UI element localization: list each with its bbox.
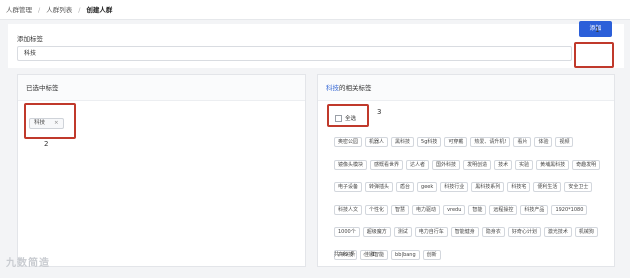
related-tag[interactable]: 科技产品 [520, 204, 549, 215]
highlight-box-3 [327, 104, 369, 127]
breadcrumb-item[interactable]: 人群列表 [46, 0, 72, 20]
related-tag[interactable]: 个性化 [365, 204, 389, 215]
related-tag[interactable]: 好奇心计划 [507, 227, 541, 237]
related-tags-panel: 科技的相关标签 全选 奥密公园 机器人 黑科技 5g科技 可穿戴 热爱、请升机! 看片 体验视… [317, 74, 615, 267]
annotation-number-1: 1 [595, 26, 600, 34]
related-tag[interactable]: 黑科技 [391, 137, 415, 147]
related-tag[interactable]: 黑科技系列 [471, 182, 505, 192]
related-tag[interactable]: 转弹插头 [365, 182, 394, 192]
related-tag[interactable]: 机械狗 [574, 227, 598, 237]
highlight-box-1 [574, 42, 614, 68]
related-tags-title: 科技的相关标签 [318, 75, 614, 101]
related-tag[interactable]: 机器人 [365, 137, 389, 147]
add-tag-card: 添加标签 科技 [8, 24, 624, 68]
related-tag[interactable]: 体验 [534, 137, 553, 147]
related-tag[interactable]: geek [417, 182, 438, 192]
watermark: 九数简造 [6, 258, 50, 269]
related-tag[interactable]: 隐身衣 [481, 227, 505, 237]
related-tag[interactable]: 盾台 [396, 182, 415, 192]
related-tag[interactable]: 发明创造 [463, 159, 492, 170]
related-tag[interactable]: 视频 [555, 137, 574, 147]
related-tag[interactable]: 电力驱动 [412, 204, 441, 215]
related-tag[interactable]: 奇趣发明 [572, 159, 601, 170]
related-tag[interactable]: 智能健身 [450, 227, 479, 237]
annotation-number-3: 3 [377, 108, 382, 116]
pagination: 共 49 条 ‹ 1 › [334, 250, 391, 258]
tag-input[interactable]: 科技 [17, 46, 572, 61]
breadcrumb-item[interactable]: 人群管理 [6, 0, 32, 20]
related-tag[interactable]: 5g科技 [417, 137, 442, 147]
related-tag[interactable]: 科技宅 [507, 182, 531, 192]
related-tag[interactable]: 智慧 [391, 204, 410, 215]
related-tag[interactable]: 电子设备 [334, 182, 363, 192]
related-tag[interactable]: 科技行业 [440, 182, 469, 192]
related-tag[interactable]: 可穿戴 [444, 137, 468, 147]
related-tag[interactable]: 黄埔黑科技 [536, 159, 570, 170]
breadcrumb-separator: / [38, 6, 41, 14]
related-tag[interactable]: 达人者 [406, 159, 430, 170]
related-tag[interactable]: 国外科技 [432, 159, 461, 170]
related-tag[interactable]: 远程操控 [489, 204, 518, 215]
related-tag[interactable]: 看片 [513, 137, 532, 147]
page: 人群管理 / 人群列表 / 创建人群 添加标签 科技 添加 1 已选中标签 科技 × 2 … [0, 0, 630, 278]
related-tag[interactable]: 1000个 [334, 227, 360, 237]
related-tag[interactable]: 创新 [422, 249, 441, 260]
related-tag[interactable]: 超级魔方 [362, 227, 391, 237]
related-tag[interactable]: 1920*1080 [551, 204, 588, 215]
related-tag[interactable]: bb|bang [391, 249, 420, 260]
related-tag[interactable]: 实验 [515, 159, 534, 170]
related-tag[interactable]: 安全卫士 [564, 182, 593, 192]
related-tag[interactable]: 奥密公园 [334, 137, 363, 147]
related-tag[interactable]: 热爱、请升机! [470, 137, 511, 147]
related-tag[interactable]: 激光技术 [543, 227, 572, 237]
selected-tags-title: 已选中标签 [18, 75, 305, 101]
page-number[interactable]: 1 [372, 252, 376, 258]
breadcrumb-separator: / [78, 6, 81, 14]
related-tag[interactable]: 科技人文 [334, 204, 363, 215]
pagination-total: 共 49 条 [334, 252, 356, 258]
related-tag[interactable]: 镜像头模块 [334, 159, 368, 170]
related-tag[interactable]: 技术 [494, 159, 513, 170]
related-tag[interactable]: 感慨看世界 [370, 159, 404, 170]
breadcrumb-current: 创建人群 [86, 6, 113, 14]
annotation-number-2: 2 [44, 140, 49, 148]
related-tag[interactable]: 电力自行车 [414, 227, 448, 237]
breadcrumb: 人群管理 / 人群列表 / 创建人群 [0, 0, 630, 20]
related-tag[interactable]: 智能 [468, 204, 487, 215]
prev-page-icon[interactable]: ‹ [363, 252, 365, 258]
related-tag-list: 奥密公园 机器人 黑科技 5g科技 可穿戴 热爱、请升机! 看片 体验 视频镜像头模块 感慨看世界… [334, 128, 604, 263]
related-tag[interactable]: 测试 [393, 227, 412, 237]
related-tag[interactable]: 便利生活 [533, 182, 562, 192]
related-title-suffix: 的相关标签 [339, 84, 372, 92]
highlight-box-2 [24, 103, 76, 139]
related-keyword: 科技 [326, 84, 339, 92]
add-tag-label: 添加标签 [17, 35, 43, 43]
related-tag[interactable]: vredu [443, 204, 466, 215]
next-page-icon[interactable]: › [382, 252, 384, 258]
